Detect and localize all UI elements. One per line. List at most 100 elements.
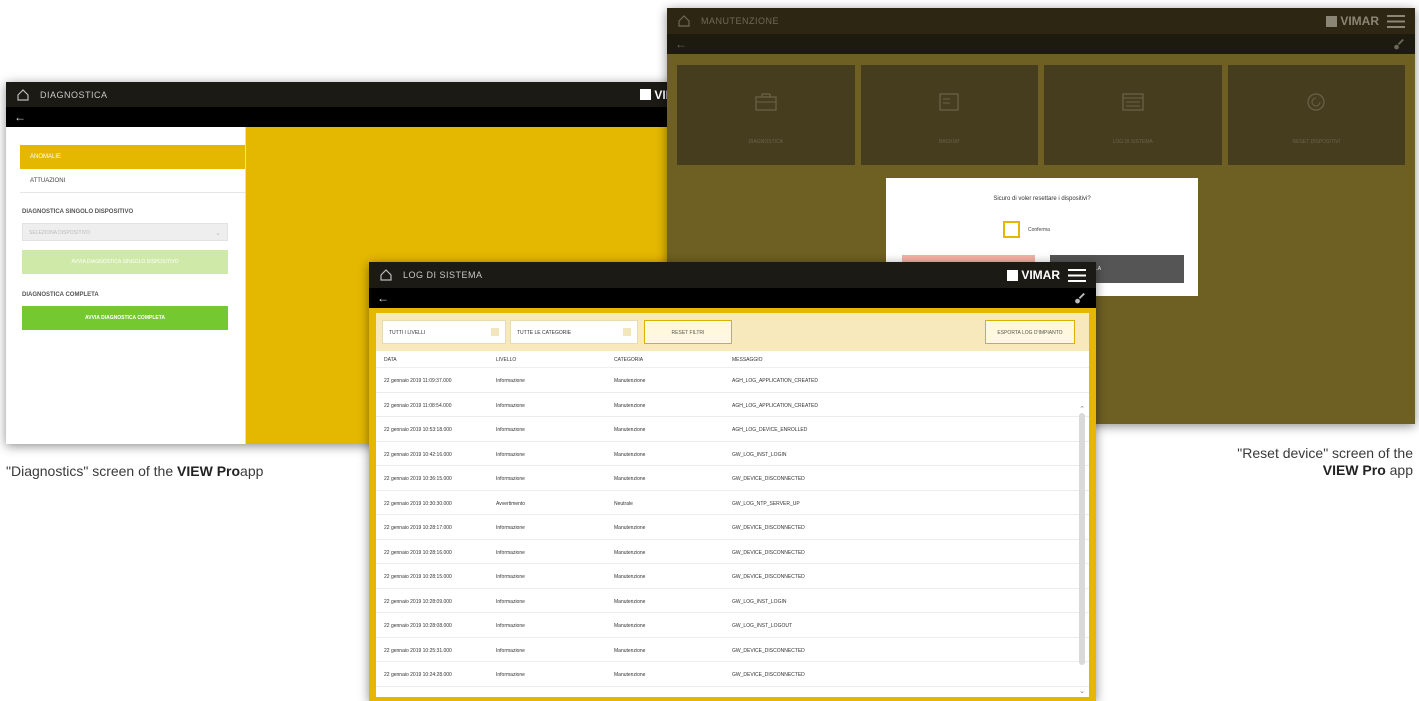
reset-caption: "Reset device" screen of the VIEW Pro ap… [1237,445,1413,479]
confirm-checkbox-label: Conferma [1028,227,1050,233]
diagnostics-caption: "Diagnostics" screen of the VIEW Proapp [6,463,263,479]
row-date: 22 gennaio 2019 11:09:37.000 [384,378,452,384]
log-content: TUTTI I LIVELLI TUTTE LE CATEGORIE RESET… [376,313,1089,697]
hamburger-menu-icon[interactable] [1068,268,1086,282]
single-diagnostics-button[interactable]: AVVIA DIAGNOSTICA SINGOLO DISPOSITIVO [22,250,228,274]
brand-name: VIMAR [1021,268,1060,282]
table-row[interactable]: 22 gennaio 2019 10:28:15.000 Informazione… [376,564,1089,589]
tile-reset-devices[interactable]: RESET DISPOSITIVI [1227,65,1405,165]
back-arrow-icon[interactable]: ← [675,37,687,51]
chevron-down-icon: ⌄ [215,230,221,237]
reset-filters-button[interactable]: RESET FILTRI [644,320,732,344]
row-category: Manutenzione [614,427,646,433]
row-category: Manutenzione [614,574,646,580]
tile-label: RESET DISPOSITIVI [1292,139,1340,145]
scrollbar[interactable] [1079,413,1085,665]
row-category: Manutenzione [614,623,646,629]
row-category: Manutenzione [614,598,646,605]
home-icon[interactable] [379,268,393,282]
column-header-message[interactable]: MESSAGGIO [720,357,1089,367]
filter-bar: TUTTI I LIVELLI TUTTE LE CATEGORIE RESET… [376,313,1089,351]
level-filter-select[interactable]: TUTTI I LIVELLI [382,320,506,344]
export-log-button[interactable]: ESPORTA LOG D'IMPIANTO [985,320,1075,344]
caption-suffix: app [1385,462,1413,478]
table-row[interactable]: 22 gennaio 2019 10:53:18.000 Informazione… [376,417,1089,442]
row-category: Manutenzione [614,402,646,409]
table-row[interactable]: 22 gennaio 2019 11:09:37.000 Informazione… [376,368,1089,393]
row-message: AGH_LOG_DEVICE_ENROLLED [732,427,808,433]
table-row[interactable]: 22 gennaio 2019 10:36:15.000 Informazione… [376,466,1089,491]
table-row[interactable]: 22 gennaio 2019 10:28:09.000 Informazione… [376,589,1089,613]
row-date: 22 gennaio 2019 10:30:30.000 [384,500,452,507]
table-row[interactable]: 22 gennaio 2019 11:08:54.000 Informazione… [376,393,1089,417]
menu-item-anomalie[interactable]: ANOMALIE [20,145,245,169]
full-diagnostics-button[interactable]: AVVIA DIAGNOSTICA COMPLETA [22,306,228,330]
table-row[interactable]: 22 gennaio 2019 10:28:16.000 Informazione… [376,540,1089,564]
table-row[interactable]: 22 gennaio 2019 10:28:17.000 Informazione… [376,515,1089,540]
tile-backup[interactable]: BACKUP [860,65,1038,165]
row-date: 22 gennaio 2019 10:28:15.000 [384,574,452,580]
menu-item-attuazioni[interactable]: ATTUAZIONI [20,169,245,193]
table-row[interactable]: 22 gennaio 2019 10:28:08.000 Informazione… [376,613,1089,638]
page-title: DIAGNOSTICA [40,89,108,100]
scroll-down-icon[interactable]: ⌄ [1079,687,1085,695]
row-date: 22 gennaio 2019 10:28:08.000 [384,623,452,629]
back-arrow-icon[interactable]: ← [377,291,389,305]
row-category: Manutenzione [614,647,646,654]
reset-circle-icon [1307,93,1325,111]
toolbar: ← ●━ [6,107,729,127]
page-title: LOG DI SISTEMA [403,270,483,280]
home-icon[interactable] [16,88,30,102]
column-header-category[interactable]: CATEGORIA [604,357,720,367]
logo-mark-icon [1007,269,1019,281]
category-filter-select[interactable]: TUTTE LE CATEGORIE [510,320,638,344]
caption-suffix: app [240,463,264,479]
back-arrow-icon[interactable]: ← [14,110,26,124]
row-date: 22 gennaio 2019 10:25:31.000 [384,647,452,654]
tile-diagnostics[interactable]: DIAGNOSTICA [677,65,855,165]
row-date: 22 gennaio 2019 10:28:17.000 [384,525,452,531]
row-date: 22 gennaio 2019 10:24:28.000 [384,672,452,678]
row-category: Manutenzione [614,672,646,678]
hamburger-menu-icon[interactable] [1387,14,1405,28]
table-row[interactable]: 22 gennaio 2019 10:30:30.000 Avvertimento… [376,491,1089,515]
row-level: Informazione [496,402,525,409]
app-bar: LOG DI SISTEMA VIMAR [369,262,1096,288]
logo-mark-icon [1326,15,1338,27]
category-filter-value: TUTTE LE CATEGORIE [517,330,572,336]
row-category: Manutenzione [614,378,646,384]
connection-plug-icon: ●━ [1389,35,1408,54]
caption-app-name: VIEW Pro [1322,462,1386,478]
caption-app-name: VIEW Pro [177,463,241,479]
device-select[interactable]: SELEZIONA DISPOSITIVO ⌄ [22,223,228,241]
row-level: Informazione [496,672,525,678]
confirm-checkbox[interactable] [1003,221,1020,238]
table-row[interactable]: 22 gennaio 2019 10:25:31.000 Informazione… [376,638,1089,662]
row-level: Informazione [496,623,525,629]
single-device-section-title: DIAGNOSTICA SINGOLO DISPOSITIVO [22,209,134,215]
row-message: GW_DEVICE_DISCONNECTED [732,647,805,654]
row-level: Informazione [496,574,525,580]
table-row[interactable]: 22 gennaio 2019 10:24:28.000 Informazione… [376,662,1089,687]
maintenance-tiles: DIAGNOSTICA BACKUP LOG DI SISTEMA RESET … [677,65,1405,165]
row-category: Manutenzione [614,451,646,458]
toolbox-icon [755,93,777,111]
table-row[interactable]: 22 gennaio 2019 10:42:16.000 Informazione… [376,442,1089,466]
column-header-date[interactable]: DATA [376,357,484,367]
row-date: 22 gennaio 2019 10:36:15.000 [384,476,452,482]
backup-icon [939,93,959,111]
caption-text: "Reset device" screen of the [1237,445,1413,461]
home-icon[interactable] [677,14,691,28]
scroll-up-icon[interactable]: ⌃ [1079,405,1085,413]
logo-mark-icon [640,89,652,100]
row-level: Informazione [496,451,525,458]
row-date: 22 gennaio 2019 10:28:09.000 [384,598,452,605]
brand-logo: VIMAR [1326,14,1379,28]
log-list-icon [1122,93,1144,111]
row-level: Informazione [496,598,525,605]
tile-system-log[interactable]: LOG DI SISTEMA [1044,65,1222,165]
row-message: GW_LOG_INST_LOGIN [732,598,787,605]
column-header-level[interactable]: LIVELLO [484,357,604,367]
row-message: GW_LOG_INST_LOGOUT [732,623,793,629]
app-bar: MANUTENZIONE VIMAR [667,8,1415,34]
